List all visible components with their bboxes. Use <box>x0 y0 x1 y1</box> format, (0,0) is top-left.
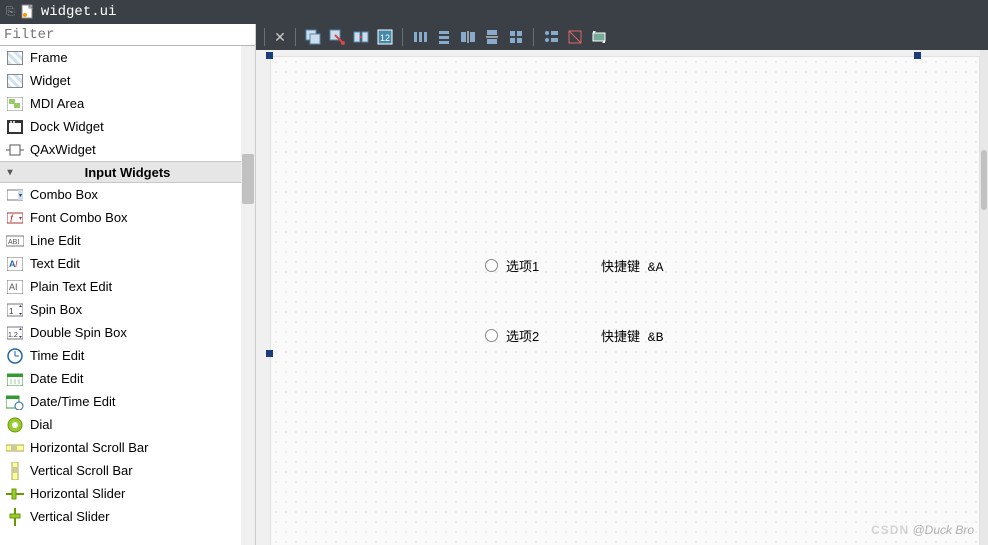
toolbar: ✕ 12 <box>256 24 988 50</box>
layout-vertical-icon[interactable] <box>433 26 455 48</box>
widget-item-double-spin-box[interactable]: 1.2Double Spin Box <box>0 321 255 344</box>
widget-item-date-time-edit[interactable]: Date/Time Edit <box>0 390 255 413</box>
dock-widget-icon <box>6 119 24 135</box>
edit-widgets-icon[interactable] <box>302 26 324 48</box>
widget-item-mdi-area[interactable]: MDI Area <box>0 92 255 115</box>
radio-button-1[interactable]: 选项1 <box>485 256 539 275</box>
widget-item-spin-box[interactable]: 1Spin Box <box>0 298 255 321</box>
widget-item-dock-widget[interactable]: Dock Widget <box>0 115 255 138</box>
editor-area: ✕ 12 选项1 快捷键 &A <box>256 24 988 545</box>
widget-item-h-scrollbar[interactable]: Horizontal Scroll Bar <box>0 436 255 459</box>
separator <box>264 28 265 46</box>
dial-icon <box>6 417 24 433</box>
layout-horizontal-icon[interactable] <box>409 26 431 48</box>
h-slider-icon <box>6 486 24 502</box>
filter-input[interactable] <box>0 25 255 45</box>
group-input-widgets[interactable]: ▾Input Widgets <box>0 161 255 183</box>
widget-item-v-scrollbar[interactable]: Vertical Scroll Bar <box>0 459 255 482</box>
v-scrollbar-icon <box>6 463 24 479</box>
close-icon[interactable]: ✕ <box>271 29 289 46</box>
widget-item-plain-text-edit[interactable]: AIPlain Text Edit <box>0 275 255 298</box>
selection-handle[interactable] <box>914 52 921 59</box>
radio-label: 选项1 <box>506 256 539 275</box>
widget-item-h-slider[interactable]: Horizontal Slider <box>0 482 255 505</box>
widget-item-dial[interactable]: Dial <box>0 413 255 436</box>
time-edit-icon <box>6 348 24 364</box>
svg-text:1.2: 1.2 <box>8 332 18 339</box>
radio-label: 选项2 <box>506 326 539 345</box>
title-bar: ⎘ widget.ui <box>0 0 988 24</box>
separator <box>533 28 534 46</box>
radio-icon <box>485 329 498 342</box>
separator <box>295 28 296 46</box>
widget-item-frame[interactable]: Frame <box>0 46 255 69</box>
radio-button-2[interactable]: 选项2 <box>485 326 539 345</box>
edit-buddies-icon[interactable] <box>350 26 372 48</box>
qax-widget-icon <box>6 142 24 158</box>
svg-text:AI: AI <box>9 282 18 292</box>
v-slider-icon <box>6 509 24 525</box>
canvas-scrollbar[interactable] <box>980 50 988 545</box>
watermark: CSDN @Duck Bro <box>871 523 974 537</box>
plain-text-edit-icon: AI <box>6 279 24 295</box>
pin-icon: ⎘ <box>6 6 15 19</box>
separator <box>402 28 403 46</box>
edit-signals-icon[interactable] <box>326 26 348 48</box>
double-spin-box-icon: 1.2 <box>6 325 24 341</box>
frame-icon <box>6 50 24 66</box>
widget-item-combo-box[interactable]: Combo Box <box>0 183 255 206</box>
widget-item-date-edit[interactable]: Date Edit <box>0 367 255 390</box>
mdi-area-icon <box>6 96 24 112</box>
widget-item-v-slider[interactable]: Vertical Slider <box>0 505 255 528</box>
date-time-edit-icon <box>6 394 24 410</box>
edit-tab-order-icon[interactable]: 12 <box>374 26 396 48</box>
filter-container <box>0 24 255 46</box>
line-edit-icon: ABI <box>6 233 24 249</box>
svg-text:12: 12 <box>380 33 390 43</box>
layout-h-splitter-icon[interactable] <box>457 26 479 48</box>
selection-handle[interactable] <box>266 350 273 357</box>
combo-box-icon <box>6 187 24 203</box>
widget-item-font-combo-box[interactable]: fFont Combo Box <box>0 206 255 229</box>
break-layout-icon[interactable] <box>564 26 586 48</box>
svg-text:1: 1 <box>9 307 14 316</box>
text-edit-icon: AI <box>6 256 24 272</box>
radio-icon <box>485 259 498 272</box>
widget-list-scrollbar[interactable] <box>241 46 255 545</box>
layout-form-icon[interactable] <box>540 26 562 48</box>
layout-grid-icon[interactable] <box>505 26 527 48</box>
font-combo-box-icon: f <box>6 210 24 226</box>
scrollbar-thumb[interactable] <box>981 150 987 210</box>
label-shortcut-b[interactable]: 快捷键 &B <box>601 326 663 345</box>
widget-item-line-edit[interactable]: ABILine Edit <box>0 229 255 252</box>
widget-item-qax-widget[interactable]: QAxWidget <box>0 138 255 161</box>
widget-list: Frame Widget MDI Area Dock Widget QAxWid… <box>0 46 255 545</box>
scrollbar-thumb[interactable] <box>242 154 254 204</box>
document-icon <box>21 4 35 20</box>
date-edit-icon <box>6 371 24 387</box>
design-canvas[interactable] <box>270 56 980 545</box>
h-scrollbar-icon <box>6 440 24 456</box>
widget-item-text-edit[interactable]: AIText Edit <box>0 252 255 275</box>
widget-item-widget[interactable]: Widget <box>0 69 255 92</box>
selection-handle[interactable] <box>266 52 273 59</box>
label-shortcut-a[interactable]: 快捷键 &A <box>601 256 663 275</box>
spin-box-icon: 1 <box>6 302 24 318</box>
widget-box-panel: Frame Widget MDI Area Dock Widget QAxWid… <box>0 24 256 545</box>
svg-text:ABI: ABI <box>8 239 19 246</box>
window-title: widget.ui <box>41 4 117 20</box>
chevron-down-icon: ▾ <box>0 167 20 178</box>
design-canvas-wrap: 选项1 快捷键 &A 选项2 快捷键 &B CSDN @Duck Bro <box>256 50 988 545</box>
widget-item-time-edit[interactable]: Time Edit <box>0 344 255 367</box>
layout-v-splitter-icon[interactable] <box>481 26 503 48</box>
widget-icon <box>6 73 24 89</box>
adjust-size-icon[interactable] <box>588 26 610 48</box>
